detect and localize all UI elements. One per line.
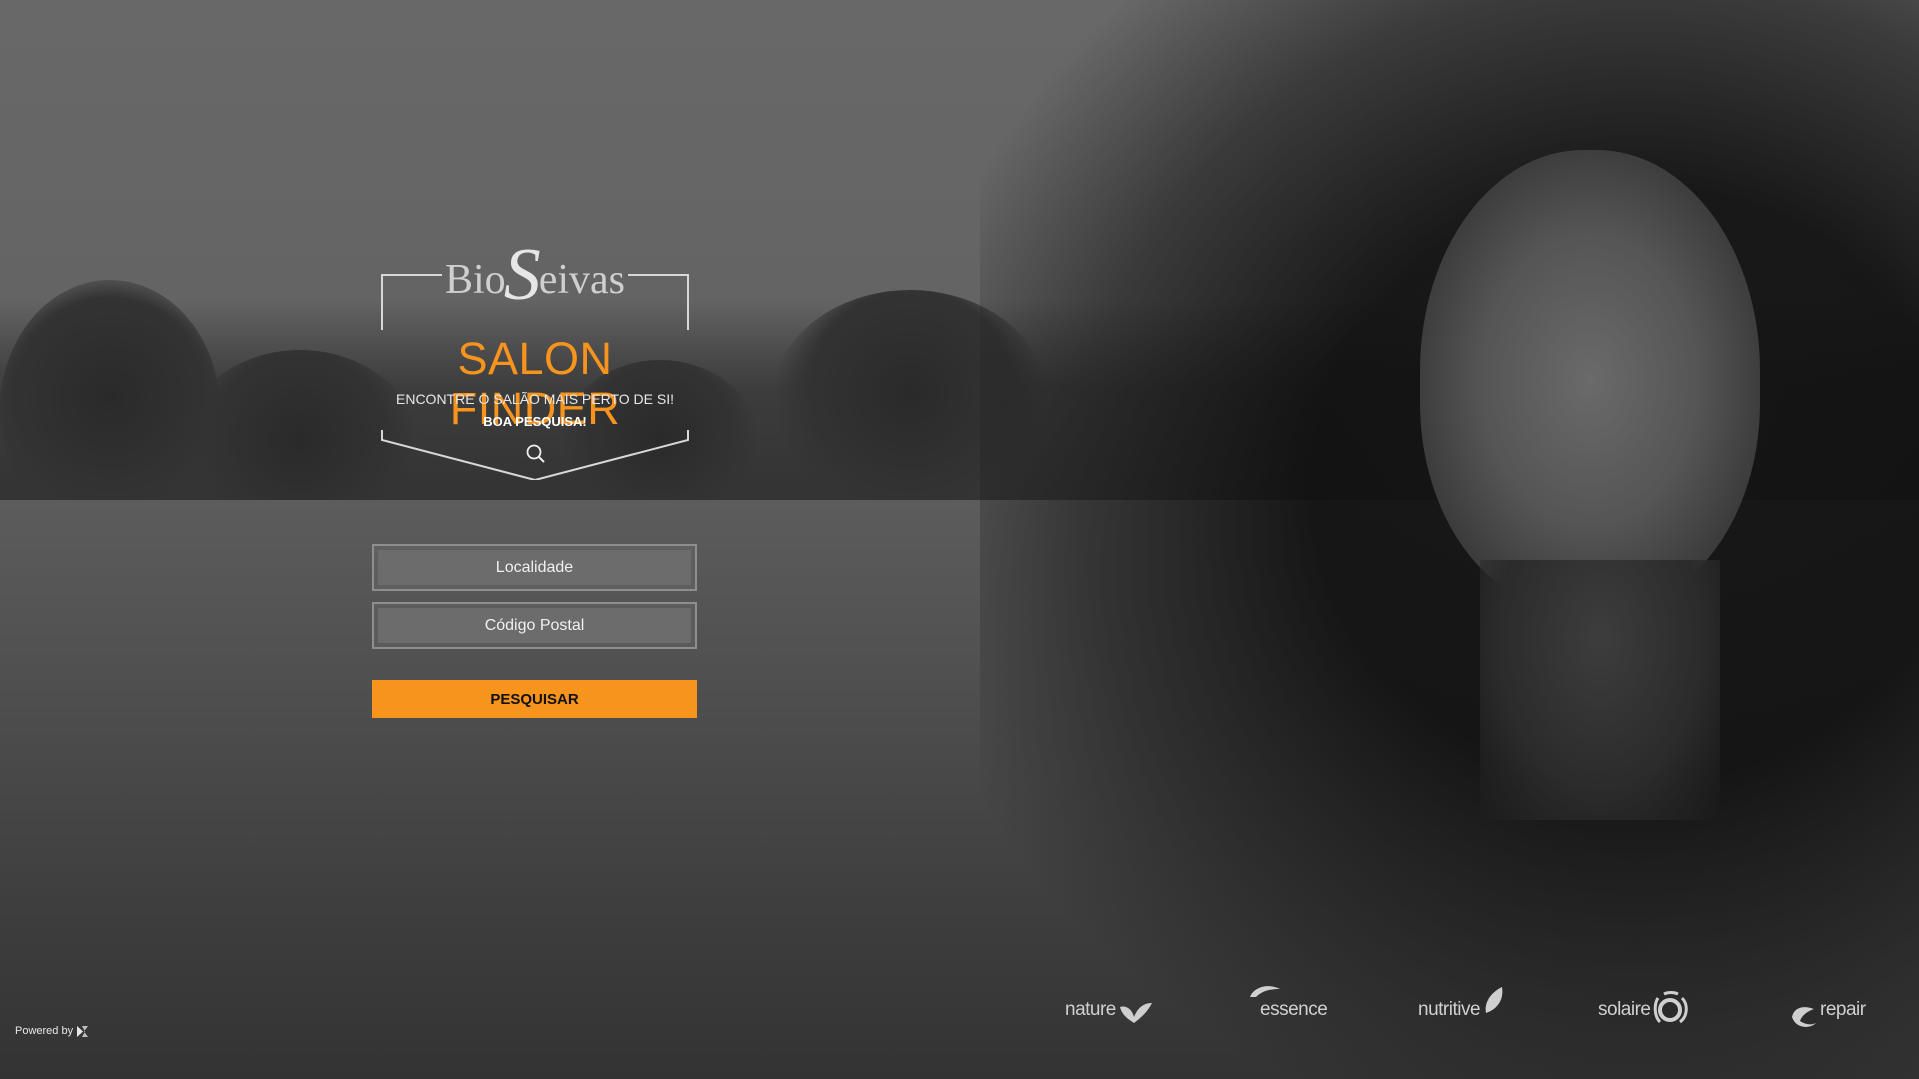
tagline: ENCONTRE O SALÃO MAIS PERTO DE SI! <box>396 391 674 407</box>
product-lines: nature essence nutritive solaire repair <box>0 985 1919 1035</box>
leaf-bird-icon <box>1119 1003 1152 1023</box>
locality-field-frame <box>372 544 697 591</box>
leaf-cap-icon <box>1250 986 1280 997</box>
sun-icon <box>1654 991 1689 1024</box>
product-nature[interactable]: nature <box>1065 985 1154 1035</box>
product-essence[interactable]: essence <box>1248 985 1328 1035</box>
product-repair[interactable]: repair <box>1790 985 1866 1035</box>
product-label: solaire <box>1598 999 1651 1020</box>
tagline-bold: BOA PESQUISA! <box>483 414 587 429</box>
product-label: nature <box>1065 999 1116 1020</box>
postal-code-input[interactable] <box>378 608 691 643</box>
salon-finder-page: BioSeivas SALON FINDER ENCONTRE O SALÃO … <box>0 0 1919 1079</box>
background-woman-neck <box>1480 560 1720 820</box>
product-solaire[interactable]: solaire <box>1598 985 1692 1035</box>
product-label: repair <box>1820 999 1866 1020</box>
postal-code-field-frame <box>372 602 697 649</box>
background-woman-hair <box>980 0 1919 1079</box>
search-button[interactable]: PESQUISAR <box>372 680 697 718</box>
background-woman-face <box>1420 150 1760 610</box>
salon-finder-badge: BioSeivas SALON FINDER ENCONTRE O SALÃO … <box>370 230 700 480</box>
search-icon <box>526 444 545 463</box>
leaf-drop-icon <box>1485 987 1503 1013</box>
bioseivas-logo: BioSeivas <box>445 234 625 316</box>
leaf-curl-icon <box>1792 1007 1816 1027</box>
locality-input[interactable] <box>378 550 691 585</box>
product-nutritive[interactable]: nutritive <box>1418 985 1506 1035</box>
product-label: nutritive <box>1418 999 1481 1020</box>
